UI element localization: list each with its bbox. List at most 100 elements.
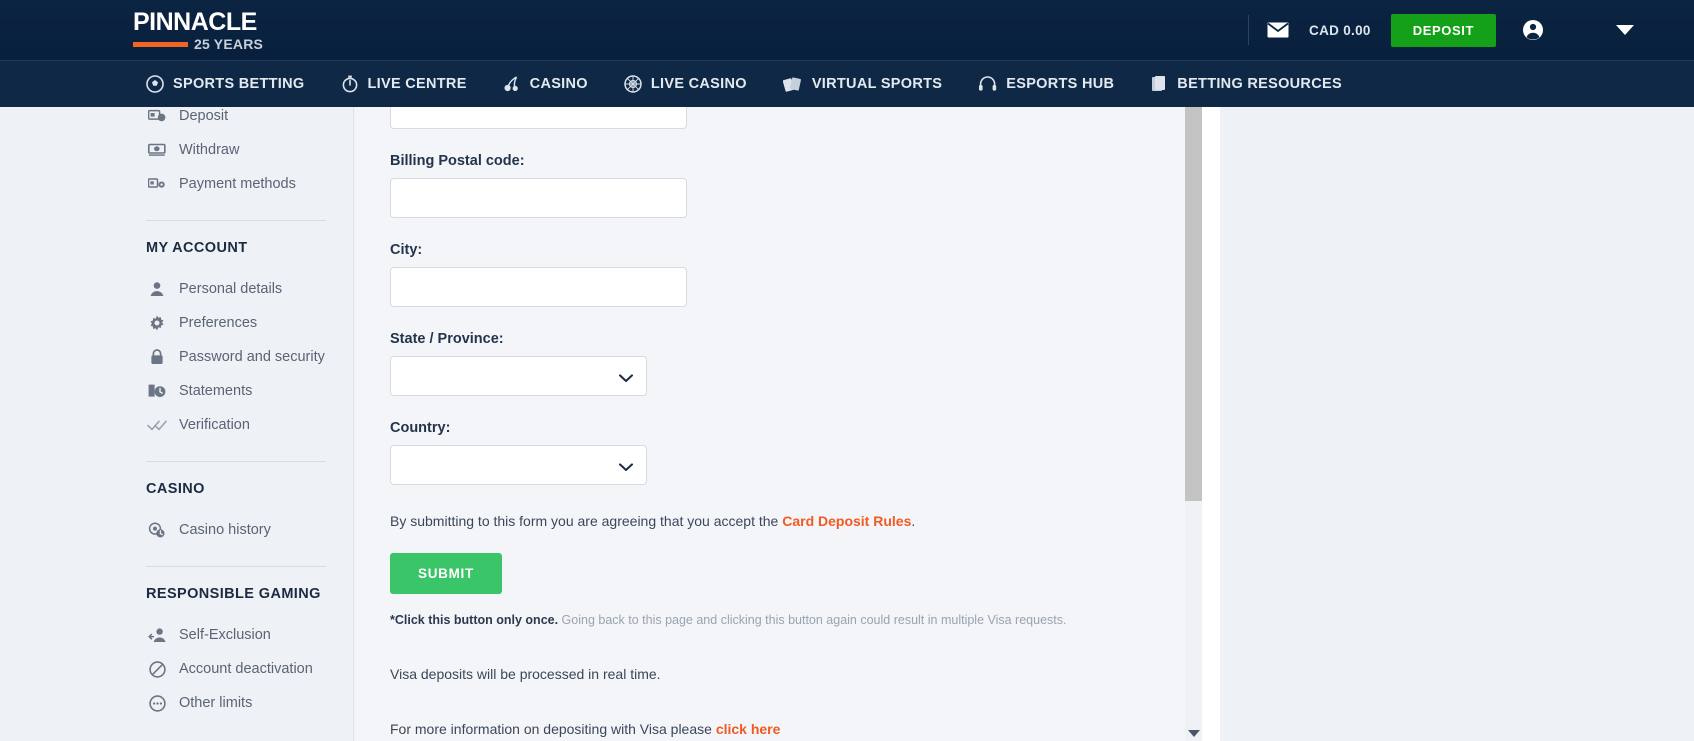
nav-item-betting-resources[interactable]: BETTING RESOURCES <box>1150 75 1342 93</box>
header-actions: CAD 0.00 DEPOSIT <box>1248 0 1694 60</box>
sidebar-heading-my-account: MY ACCOUNT <box>146 240 353 256</box>
lock-icon <box>146 349 168 365</box>
nav-item-sports-betting[interactable]: SPORTS BETTING <box>146 75 305 93</box>
payment-gear-icon <box>146 177 168 191</box>
headset-icon <box>978 75 997 93</box>
account-sidebar: Deposit Withdraw <box>0 107 354 741</box>
deposit-card-icon <box>146 109 168 123</box>
sidebar-item-label: Payment methods <box>179 167 296 201</box>
country-select[interactable] <box>390 445 647 485</box>
statement-clock-icon <box>146 383 168 399</box>
more-information-note: For more information on depositing with … <box>390 719 1203 739</box>
scroll-down-arrow-icon[interactable] <box>1188 730 1200 737</box>
sidebar-item-casino-history[interactable]: Casino history <box>146 513 353 547</box>
ellipsis-circle-icon <box>146 695 168 712</box>
sidebar-divider <box>146 220 326 221</box>
sidebar-item-label: Statements <box>179 374 252 408</box>
sidebar-item-label: Casino history <box>179 513 271 547</box>
city-input[interactable] <box>390 267 687 307</box>
sidebar-item-withdraw[interactable]: Withdraw <box>146 133 353 167</box>
casino-history-icon <box>146 522 168 538</box>
sidebar-item-label: Withdraw <box>179 133 239 167</box>
nav-item-virtual-sports[interactable]: VIRTUAL SPORTS <box>783 75 942 93</box>
terms-suffix: . <box>911 513 915 529</box>
logo-anniversary-label: 25 YEARS <box>194 37 263 51</box>
mail-icon[interactable] <box>1267 22 1289 38</box>
account-menu-toggle[interactable] <box>1616 25 1634 35</box>
sidebar-item-personal-details[interactable]: Personal details <box>146 272 353 306</box>
pinnacle-logo[interactable]: PINNACLE 25 YEARS <box>133 10 333 52</box>
sidebar-item-label: Deposit <box>179 107 228 133</box>
more-info-prefix: For more information on depositing with … <box>390 721 716 737</box>
cherries-icon <box>503 75 521 93</box>
content-scrollbar-thumb[interactable] <box>1185 107 1202 501</box>
nav-label: ESPORTS HUB <box>1006 76 1114 92</box>
nav-item-live-casino[interactable]: LIVE CASINO <box>624 75 747 93</box>
nav-label: VIRTUAL SPORTS <box>812 76 942 92</box>
sidebar-item-payment-methods[interactable]: Payment methods <box>146 167 353 201</box>
sidebar-item-label: Personal details <box>179 272 282 306</box>
sidebar-item-verification[interactable]: Verification <box>146 408 353 442</box>
sidebar-divider <box>146 461 326 462</box>
sidebar-divider <box>146 566 326 567</box>
deposit-form: Billing Postal code: City: State / Provi… <box>355 107 1203 739</box>
sidebar-item-password-and-security[interactable]: Password and security <box>146 340 353 374</box>
state-province-select[interactable] <box>390 356 647 396</box>
nav-label: LIVE CASINO <box>651 76 747 92</box>
main-navigation-bar: SPORTS BETTING LIVE CENTRE <box>0 60 1694 107</box>
stopwatch-icon <box>341 75 359 93</box>
terms-prefix: By submitting to this form you are agree… <box>390 513 782 529</box>
billing-postal-code-label: Billing Postal code: <box>390 153 1203 169</box>
deposit-form-scroll-area[interactable]: Billing Postal code: City: State / Provi… <box>355 107 1203 741</box>
content-scrollbar-track[interactable] <box>1185 107 1202 741</box>
card-deposit-rules-link[interactable]: Card Deposit Rules <box>782 513 911 529</box>
city-label: City: <box>390 242 1203 258</box>
sidebar-item-preferences[interactable]: Preferences <box>146 306 353 340</box>
page-body: Deposit Withdraw <box>0 107 1694 741</box>
billing-postal-code-input[interactable] <box>390 178 687 218</box>
playing-cards-icon <box>783 75 803 93</box>
sidebar-item-label: Verification <box>179 408 250 442</box>
click-once-warning: *Click this button only once. Going back… <box>390 611 1203 629</box>
nav-label: SPORTS BETTING <box>173 76 305 92</box>
sidebar-item-label: Preferences <box>179 306 257 340</box>
gear-icon <box>146 315 168 331</box>
nav-item-live-centre[interactable]: LIVE CENTRE <box>341 75 467 93</box>
deposit-button[interactable]: DEPOSIT <box>1391 14 1496 47</box>
sidebar-heading-responsible-gaming: RESPONSIBLE GAMING <box>146 586 353 602</box>
sidebar-item-label: Account deactivation <box>179 652 313 686</box>
top-header-bar: PINNACLE 25 YEARS CAD 0.00 DEPOSIT <box>0 0 1694 60</box>
sidebar-item-other-limits[interactable]: Other limits <box>146 686 353 720</box>
roulette-wheel-icon <box>624 75 642 93</box>
click-once-warning-bold: *Click this button only once. <box>390 613 558 627</box>
nav-label: LIVE CENTRE <box>368 76 467 92</box>
person-icon <box>146 281 168 297</box>
click-once-warning-rest: Going back to this page and clicking thi… <box>558 613 1066 627</box>
nav-item-list: SPORTS BETTING LIVE CENTRE <box>146 75 1378 93</box>
self-exclusion-icon <box>146 627 168 643</box>
sidebar-item-label: Other limits <box>179 686 252 720</box>
nav-label: CASINO <box>530 76 588 92</box>
sidebar-heading-casino: CASINO <box>146 481 353 497</box>
account-circle-icon[interactable] <box>1522 19 1544 41</box>
submit-button[interactable]: SUBMIT <box>390 553 502 594</box>
sidebar-item-account-deactivation[interactable]: Account deactivation <box>146 652 353 686</box>
balance-amount: CAD 0.00 <box>1309 23 1371 38</box>
realtime-processing-note: Visa deposits will be processed in real … <box>390 664 1203 684</box>
sidebar-item-deposit[interactable]: Deposit <box>146 107 353 133</box>
panel-gap <box>1202 107 1220 741</box>
state-province-label: State / Province: <box>390 331 1203 347</box>
chevron-down-icon <box>1616 25 1634 35</box>
sidebar-item-statements[interactable]: Statements <box>146 374 353 408</box>
sidebar-item-label: Self-Exclusion <box>179 618 271 652</box>
country-label: Country: <box>390 420 1203 436</box>
logo-orange-bar <box>133 42 188 47</box>
nav-item-esports-hub[interactable]: ESPORTS HUB <box>978 75 1114 93</box>
nav-item-casino[interactable]: CASINO <box>503 75 588 93</box>
click-here-link[interactable]: click here <box>716 721 781 737</box>
logo-wordmark: PINNACLE <box>133 10 257 35</box>
right-empty-panel <box>1220 107 1694 741</box>
sidebar-item-self-exclusion[interactable]: Self-Exclusion <box>146 618 353 652</box>
previous-field-input-clipped[interactable] <box>390 107 687 129</box>
no-entry-icon <box>146 661 168 678</box>
